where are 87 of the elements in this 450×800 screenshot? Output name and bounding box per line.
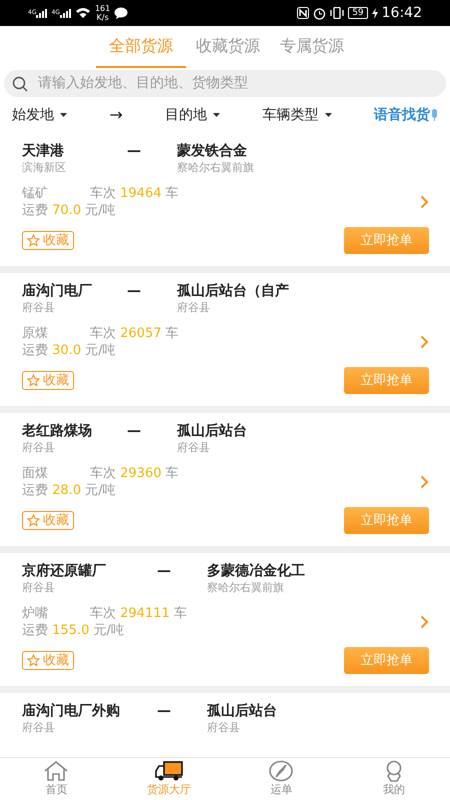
chevron-icon[interactable] <box>420 615 429 629</box>
route-dash: — <box>127 422 142 441</box>
destination-name: 孤山后站台（自产 <box>177 282 289 301</box>
origin-area: 府谷县 <box>22 721 157 735</box>
destination-area: 察哈尔右翼前旗 <box>207 581 284 595</box>
voice-search-button[interactable]: 语音找货 <box>374 104 438 126</box>
trip-count: 车次 19464 车 <box>90 185 179 202</box>
tab[interactable]: 全部货源 <box>96 26 186 68</box>
dropdown-filter[interactable]: 车辆类型 <box>262 104 332 126</box>
trip-count: 车次 29360 车 <box>90 465 179 482</box>
cargo-type: 面煤 <box>22 465 49 482</box>
chevron-icon[interactable] <box>420 195 429 209</box>
origin-area: 府谷县 <box>22 581 157 595</box>
dropdown-filter[interactable]: 目的地 <box>165 104 220 126</box>
origin-area: 滨海新区 <box>22 161 127 175</box>
compass-icon <box>268 760 294 782</box>
favorite-button[interactable]: 收藏 <box>22 651 74 670</box>
trip-count: 车次 26057 车 <box>90 325 179 342</box>
tab[interactable]: 专属货源 <box>270 26 354 68</box>
cargo-type: 炉嘴 <box>22 605 49 622</box>
favorite-button[interactable]: 收藏 <box>22 231 74 250</box>
favorite-button[interactable]: 收藏 <box>22 371 74 390</box>
microphone-icon <box>430 109 438 121</box>
grab-order-button[interactable]: 立即抢单 <box>344 227 429 254</box>
trip-count: 车次 294111 车 <box>90 605 187 622</box>
nav-tab[interactable]: 首页 <box>0 758 112 800</box>
dropdown-filter[interactable]: 始发地 <box>12 104 67 126</box>
clock-time: 16:42 <box>382 4 422 22</box>
star-icon <box>27 234 40 247</box>
star-icon <box>27 654 40 667</box>
charging-icon <box>372 8 378 18</box>
grab-order-button[interactable]: 立即抢单 <box>344 367 429 394</box>
origin-area: 府谷县 <box>22 441 127 455</box>
freight-rate: 运费 155.0 元/吨 <box>22 622 125 639</box>
destination-name: 孤山后站台 <box>177 422 247 441</box>
nav-tab[interactable]: 我的 <box>338 758 450 800</box>
signal-icon <box>60 8 71 18</box>
cargo-type: 原煤 <box>22 325 49 342</box>
wifi-icon <box>74 7 91 19</box>
grab-order-button[interactable]: 立即抢单 <box>344 647 429 674</box>
destination-area: 府谷县 <box>207 721 240 735</box>
route-dash: — <box>157 562 172 581</box>
alarm-icon <box>313 6 326 20</box>
search-bar[interactable]: 请输入始发地、目的地、货物类型 <box>4 70 446 97</box>
message-icon <box>114 7 128 19</box>
destination-area: 察哈尔右翼前旗 <box>177 161 254 175</box>
destination-name: 蒙发铁合金 <box>177 142 247 161</box>
nav-tab[interactable]: 运单 <box>225 758 338 800</box>
caret-icon <box>324 113 332 117</box>
origin-name: 老红路煤场 <box>22 422 93 441</box>
grab-order-button[interactable]: 立即抢单 <box>344 507 429 534</box>
origin-name: 庙沟门电厂 <box>22 282 93 301</box>
truck-icon <box>154 760 183 782</box>
origin-name: 庙沟门电厂外购 <box>22 702 121 721</box>
star-icon <box>27 514 40 527</box>
destination-area: 府谷县 <box>177 301 210 315</box>
search-icon <box>12 76 28 92</box>
nav-tab[interactable]: 货源大厅 <box>112 758 225 800</box>
destination-area: 府谷县 <box>177 441 210 455</box>
cargo-type: 锰矿 <box>22 185 49 202</box>
nfc-icon <box>297 7 310 19</box>
origin-name: 天津港 <box>22 142 65 161</box>
favorite-button[interactable]: 收藏 <box>22 511 74 530</box>
freight-rate: 运费 30.0 元/吨 <box>22 342 117 359</box>
star-icon <box>27 374 40 387</box>
destination-name: 孤山后站台 <box>207 702 277 721</box>
route-dash: — <box>157 702 172 721</box>
route-dash: — <box>127 142 142 161</box>
vibrate-icon <box>330 7 344 19</box>
caret-icon <box>60 113 67 117</box>
tab[interactable]: 收藏货源 <box>186 26 270 68</box>
battery-level: 59 <box>348 7 368 19</box>
arrow-label: → <box>109 104 123 126</box>
network-speed: 161 <box>94 4 110 13</box>
freight-rate: 运费 70.0 元/吨 <box>22 202 117 219</box>
chevron-icon[interactable] <box>420 335 429 349</box>
caret-icon <box>213 113 220 117</box>
speed-unit: K/s <box>96 13 110 22</box>
route-dash: — <box>127 282 142 301</box>
freight-rate: 运费 28.0 元/吨 <box>22 482 117 499</box>
origin-name: 京府还原罐厂 <box>22 562 107 581</box>
home-icon <box>43 760 70 782</box>
origin-area: 府谷县 <box>22 301 127 315</box>
chevron-icon[interactable] <box>420 475 429 489</box>
destination-name: 多蒙德冶金化工 <box>207 562 305 581</box>
signal-icon <box>36 8 48 18</box>
search-field[interactable]: 请输入始发地、目的地、货物类型 <box>36 72 438 95</box>
